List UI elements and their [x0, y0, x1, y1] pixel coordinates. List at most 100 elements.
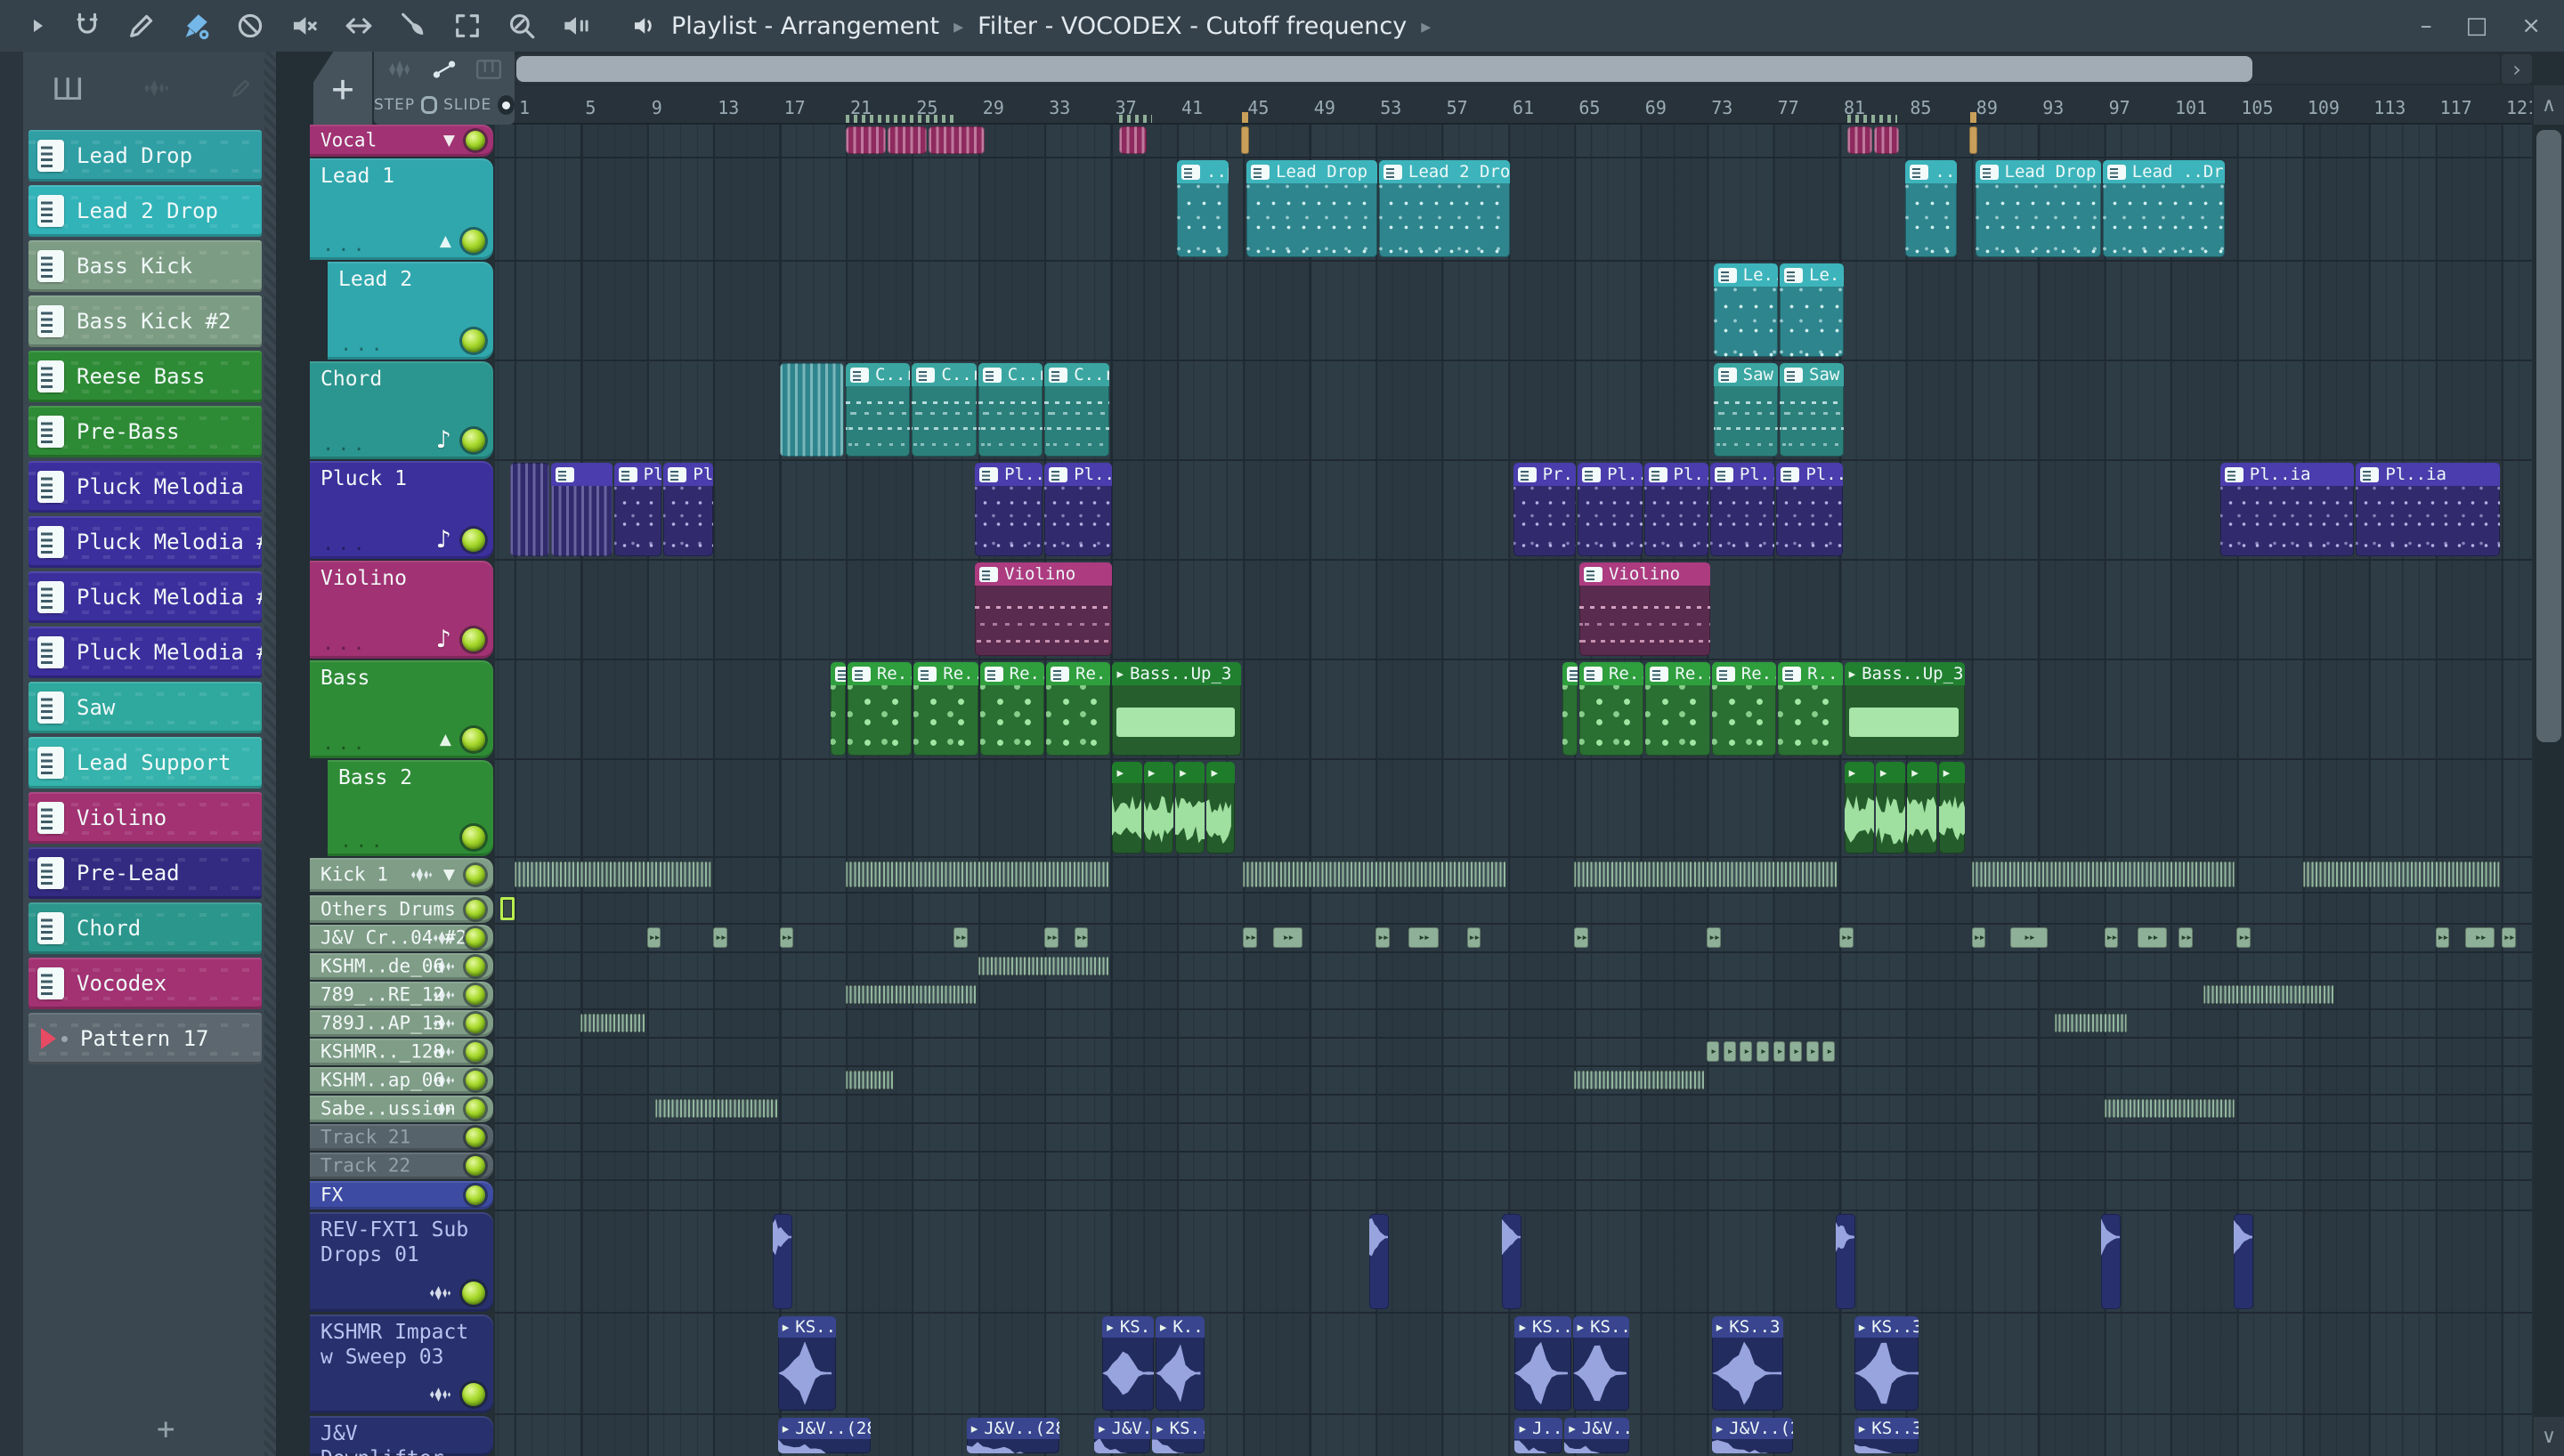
- clip-Bass..Up_3[interactable]: ▸ Bass..Up_3: [1112, 662, 1242, 756]
- track-options-dots[interactable]: ...: [322, 732, 369, 755]
- clip-gwave[interactable]: ▸: [1175, 762, 1205, 853]
- clip-J..8)[interactable]: ▸ J..8): [1514, 1418, 1563, 1453]
- track-header-impact[interactable]: KSHMR Impact w Sweep 03: [310, 1314, 493, 1413]
- track-header-fx[interactable]: FX: [310, 1181, 493, 1209]
- mute-led[interactable]: [466, 1071, 485, 1090]
- mute-led[interactable]: [462, 528, 485, 552]
- clip-Pl..ia[interactable]: Pl..ia: [2356, 463, 2500, 556]
- collapse-group-icon[interactable]: ▲: [440, 233, 451, 249]
- clip-Lead Drop[interactable]: Lead Drop: [1975, 160, 2101, 257]
- clip-crash[interactable]: ▸▸: [713, 927, 727, 948]
- track-header-others[interactable]: Others Drums: [310, 895, 493, 923]
- clip-crash1[interactable]: ▸: [1707, 1041, 1719, 1062]
- tool-delete-icon[interactable]: [235, 11, 265, 41]
- mute-led[interactable]: [466, 865, 485, 885]
- track-header-t21[interactable]: Track 21: [310, 1124, 493, 1151]
- tool-slip-icon[interactable]: [344, 11, 374, 41]
- instrument-note-icon[interactable]: ♪: [436, 528, 451, 552]
- clip-Pl..3[interactable]: Pl..3: [613, 463, 662, 556]
- collapse-group-icon[interactable]: ▲: [440, 732, 451, 748]
- clip-gwave[interactable]: ▸: [1206, 762, 1235, 853]
- clip-Re..s[interactable]: Re..s: [979, 662, 1045, 756]
- mute-led[interactable]: [462, 826, 485, 849]
- pattern-item[interactable]: Bass Kick: [28, 240, 262, 292]
- clip-Saw[interactable]: Saw: [1713, 363, 1779, 457]
- track-header-ap06[interactable]: KSHM..ap_06: [310, 1067, 493, 1094]
- clip-ticks[interactable]: [655, 1099, 778, 1118]
- clip-ticks[interactable]: [2104, 1099, 2235, 1118]
- clip-sub[interactable]: [2100, 1214, 2122, 1309]
- mute-led[interactable]: [462, 1383, 485, 1406]
- expand-group-icon[interactable]: ▼: [443, 133, 455, 149]
- clip-ticks[interactable]: [846, 1071, 894, 1089]
- mute-led[interactable]: [462, 428, 485, 452]
- clip-ticks[interactable]: [1574, 861, 1838, 887]
- pattern-clip-source-icon[interactable]: [475, 59, 502, 80]
- clip-tan[interactable]: [1240, 126, 1249, 154]
- instrument-note-icon[interactable]: ♪: [436, 627, 451, 651]
- clip-stm[interactable]: [1118, 126, 1148, 154]
- add-pattern-button[interactable]: +: [157, 1412, 174, 1447]
- clip-ticks[interactable]: [2054, 1014, 2128, 1032]
- pattern-item[interactable]: Pluck Melodia #3: [28, 627, 262, 678]
- tool-paint-icon[interactable]: [181, 11, 211, 41]
- clip-crash1[interactable]: ▸: [1740, 1041, 1753, 1062]
- mute-led[interactable]: [466, 1042, 485, 1062]
- clip-stm[interactable]: [887, 126, 927, 154]
- clip-stt[interactable]: [779, 363, 844, 457]
- mute-led[interactable]: [466, 1185, 485, 1205]
- clip-crash[interactable]: ▸▸: [1839, 927, 1854, 948]
- track-header-chord[interactable]: Chord... ♪: [310, 361, 493, 459]
- clip-R..[interactable]: R..: [1778, 662, 1843, 756]
- clip-crash[interactable]: ▸▸: [1074, 927, 1089, 948]
- pattern-item[interactable]: Violino: [28, 792, 262, 844]
- mute-led[interactable]: [462, 728, 485, 751]
- clip-Pl..4[interactable]: Pl..4: [1044, 463, 1113, 556]
- pattern-item[interactable]: Chord: [28, 902, 262, 954]
- mute-led[interactable]: [466, 1156, 485, 1176]
- clip-crash[interactable]: ▸▸: [2236, 927, 2252, 948]
- mute-led[interactable]: [466, 1128, 485, 1147]
- clip-Pr..d[interactable]: Pr..d: [1513, 463, 1577, 556]
- clip-pgreen[interactable]: [831, 662, 846, 756]
- clip-stm[interactable]: [846, 126, 886, 154]
- clip-sub[interactable]: [1368, 1214, 1389, 1309]
- clip-ticks[interactable]: [515, 861, 712, 887]
- pattern-item[interactable]: Lead 2 Drop: [28, 185, 262, 237]
- clip-crash[interactable]: ▸▸: [1466, 927, 1481, 948]
- clip-stp[interactable]: [550, 463, 613, 556]
- scroll-right-button[interactable]: ›: [2502, 54, 2532, 84]
- mute-led[interactable]: [462, 329, 485, 352]
- mute-led[interactable]: [466, 957, 485, 976]
- pattern-item[interactable]: Pre-Lead: [28, 847, 262, 899]
- maximize-button[interactable]: □: [2466, 12, 2488, 39]
- pattern-item[interactable]: Pluck Melodia #2: [28, 571, 262, 623]
- clip-gwave[interactable]: ▸: [1875, 762, 1906, 853]
- clip-crash[interactable]: ▸▸: [953, 927, 968, 948]
- track-header-down[interactable]: J&V Downlifter (28): [310, 1416, 493, 1456]
- track-header-rev[interactable]: REV-FXT1 Sub Drops 01: [310, 1212, 493, 1312]
- track-options-dots[interactable]: ...: [322, 633, 369, 655]
- clip-K..[interactable]: ▸ K..: [1155, 1316, 1205, 1411]
- clip-ticks[interactable]: [580, 1014, 645, 1032]
- clip-Violino[interactable]: Violino: [975, 562, 1113, 656]
- track-header-k128[interactable]: KSHMR.._128: [310, 1039, 493, 1065]
- mute-led[interactable]: [462, 230, 485, 253]
- clip-J&V..(28)[interactable]: ▸ J&V..(28): [1564, 1418, 1629, 1453]
- clip-ticks[interactable]: [2203, 985, 2334, 1004]
- pattern-item[interactable]: Reese Bass: [28, 351, 262, 402]
- clip-C..rd[interactable]: C..rd: [978, 363, 1043, 457]
- track-header-kick1[interactable]: Kick 1 ▼: [310, 858, 493, 892]
- vertical-scrollbar-handle[interactable]: [2536, 130, 2561, 742]
- clip-Re..s[interactable]: Re..s: [1046, 662, 1111, 756]
- clip-C..rd[interactable]: C..rd: [912, 363, 977, 457]
- clip-J&V..(28)[interactable]: ▸ J&V..(28): [777, 1418, 871, 1453]
- clip-ticks[interactable]: [1574, 1071, 1706, 1089]
- track-header-sabe[interactable]: Sabe..ussion: [310, 1096, 493, 1122]
- mute-led[interactable]: [466, 1099, 485, 1119]
- clip-crash[interactable]: ▸▸: [1243, 927, 1258, 948]
- clip-Lead Drop[interactable]: Lead Drop: [1246, 160, 1377, 257]
- slide-toggle[interactable]: [498, 95, 515, 115]
- clip-..p[interactable]: ..p: [1177, 160, 1229, 257]
- tool-select-icon[interactable]: [452, 11, 483, 41]
